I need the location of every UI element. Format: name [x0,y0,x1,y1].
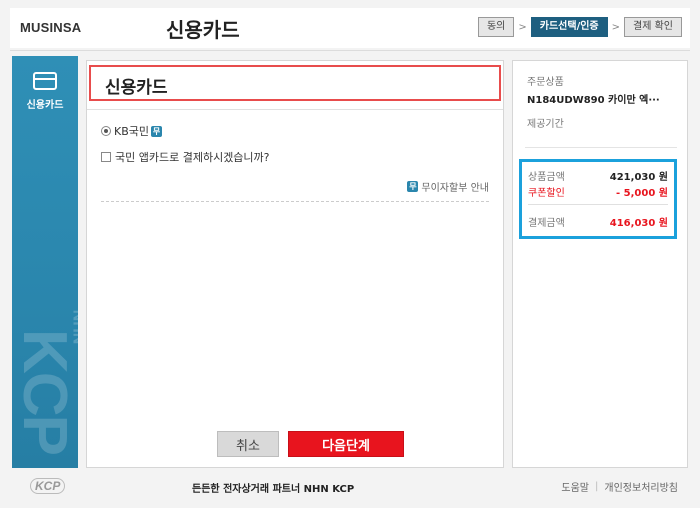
chevron-right-icon: > [611,21,621,33]
main-panel: 신용카드 KB국민 무 국민 앱카드로 결제하시겠습니까? 무 무이자할부 안내… [86,60,504,468]
total-value: 416,030 원 [609,218,668,229]
app-card-option[interactable]: 국민 앱카드로 결제하시겠습니까? [101,149,270,165]
step-confirm: 결제 확인 [624,17,682,37]
step-card-select: 카드선택/인증 [530,17,608,37]
installment-info-link[interactable]: 무 무이자할부 안내 [407,179,489,194]
sidebar-label: 신용카드 [26,100,64,111]
card-option-label: KB국민 [114,125,149,138]
price-summary-box: 상품금액 421,030 원 쿠폰할인 - 5,000 원 결제금액 416,0… [519,159,677,239]
section-divider [87,109,503,110]
total-row: 결제금액 416,030 원 [528,214,668,229]
app-card-checkbox[interactable] [101,152,111,162]
step-agree: 동의 [477,17,515,37]
footer-links: 도움말 | 개인정보처리방침 [561,479,678,494]
coupon-label: 쿠폰할인 [528,188,565,199]
kcp-logo: KCP [30,478,66,494]
brand-logo: MUSINSA [20,20,82,35]
page-title: 신용카드 [166,18,240,42]
card-option-kb[interactable]: KB국민 무 [101,123,162,139]
section-title: 신용카드 [105,78,168,98]
sidebar-watermark-kcp: KCP [12,329,78,454]
info-icon: 무 [407,181,419,192]
header: MUSINSA 신용카드 동의 > 카드선택/인증 > 결제 확인 [10,8,690,48]
coupon-row: 쿠폰할인 - 5,000 원 [528,184,668,199]
app-card-label: 국민 앱카드로 결제하시겠습니까? [115,151,270,164]
coupon-value: - 5,000 원 [616,188,668,199]
header-divider [10,50,690,51]
info-icon[interactable]: 무 [151,125,162,137]
subtotal-label: 상품금액 [528,172,565,183]
chevron-right-icon: > [518,21,527,33]
period-label: 제공기간 [527,119,564,130]
cancel-button[interactable]: 취소 [217,431,279,457]
privacy-link[interactable]: 개인정보처리방침 [604,479,678,494]
radio-selected[interactable] [101,126,111,136]
step-indicator: 동의 > 카드선택/인증 > 결제 확인 [477,17,682,37]
section-title-box: 신용카드 [89,65,501,101]
order-product-label: 주문상품 [527,77,564,88]
next-step-button[interactable]: 다음단계 [288,431,404,457]
summary-divider [525,147,677,148]
footer-separator: | [595,481,599,492]
subtotal-row: 상품금액 421,030 원 [528,168,668,183]
help-link[interactable]: 도움말 [561,479,589,494]
credit-card-icon [33,72,57,90]
dashed-divider [101,201,489,202]
subtotal-value: 421,030 원 [609,172,668,183]
sidebar: 신용카드 NHN KCP [12,56,78,468]
order-summary-panel: 주문상품 N184UDW890 카이만 엑··· 제공기간 상품금액 421,0… [512,60,688,468]
footer-tagline: 든든한 전자상거래 파트너 NHN KCP [192,484,355,495]
installment-label: 무이자할부 안내 [421,183,489,194]
total-divider [528,204,668,205]
order-product-name: N184UDW890 카이만 엑··· [527,95,660,106]
total-label: 결제금액 [528,218,565,229]
